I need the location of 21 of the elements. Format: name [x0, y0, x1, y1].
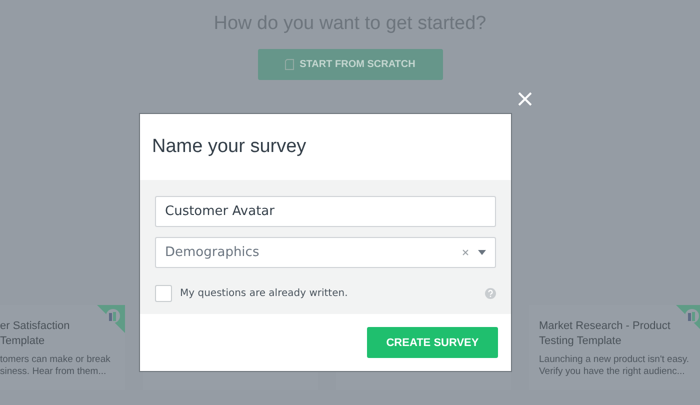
help-icon[interactable]: [485, 288, 496, 298]
clear-icon[interactable]: [462, 249, 469, 256]
card-title: Market Research - Product: [539, 319, 672, 334]
card-description: Launching a new product isn't easy.: [539, 354, 690, 366]
card-description: siness. Hear from them...: [0, 366, 108, 378]
dialog-title: Name your survey: [151, 135, 308, 159]
document-icon: [284, 59, 294, 70]
create-survey-button[interactable]: CREATE SURVEY: [367, 327, 498, 358]
card-title: Template: [0, 334, 46, 349]
card-title: Testing Template: [539, 334, 622, 349]
survey-name-field[interactable]: Customer Avatar: [155, 196, 496, 227]
dropdown-caret-icon[interactable]: [478, 250, 486, 255]
start-from-scratch-button[interactable]: START FROM SCRATCH: [258, 49, 442, 80]
card-title: er Satisfaction: [0, 319, 71, 334]
checkbox-label: My questions are already written.: [180, 288, 349, 298]
category-select[interactable]: Demographics: [155, 237, 496, 268]
card-description: tomers can make or break: [0, 354, 112, 366]
checkbox[interactable]: [155, 284, 172, 302]
close-icon[interactable]: [517, 91, 533, 107]
chart-badge-icon: [97, 305, 125, 333]
card-description: Verify you have the right audienc...: [539, 366, 686, 378]
